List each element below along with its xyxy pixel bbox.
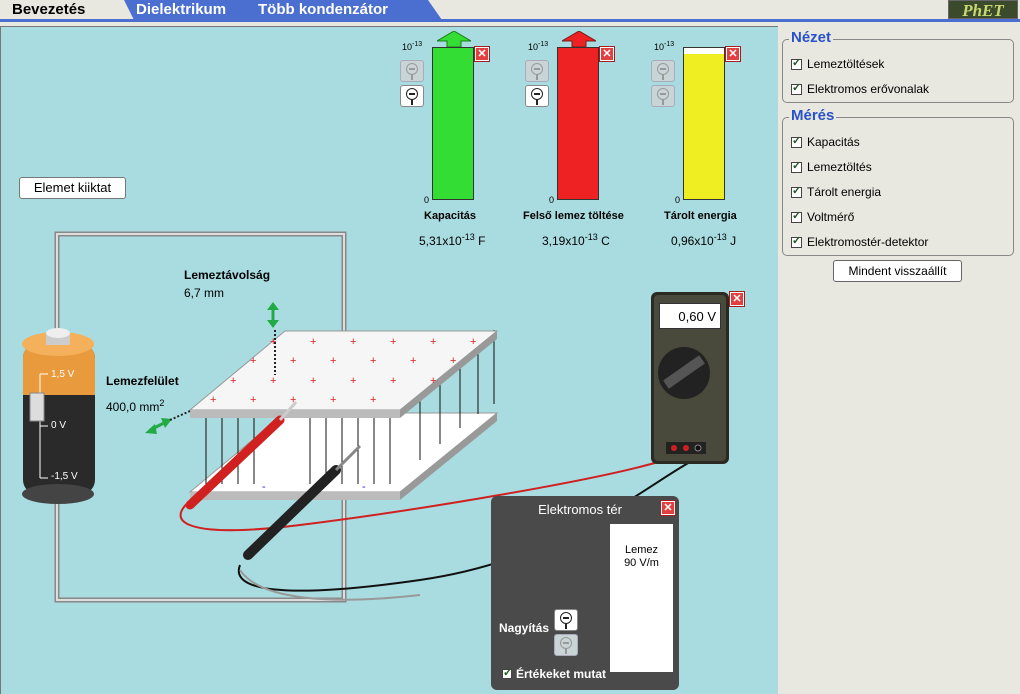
plate-area-value: 400,0 mm2 bbox=[106, 398, 165, 414]
battery-mid-voltage: 0 V bbox=[51, 420, 67, 431]
svg-text:-: - bbox=[362, 481, 366, 493]
svg-text:+: + bbox=[370, 355, 376, 367]
checkbox-plate-charge[interactable]: Lemeztöltés bbox=[791, 158, 872, 176]
efield-display: Lemez 90 V/m bbox=[610, 524, 673, 672]
checkbox-icon[interactable] bbox=[791, 184, 802, 198]
svg-text:+: + bbox=[450, 355, 456, 367]
battery-bottom-voltage: -1,5 V bbox=[51, 471, 78, 482]
svg-text:+: + bbox=[330, 394, 336, 406]
charge-bar-frame bbox=[557, 47, 599, 200]
capacitance-bar-frame bbox=[432, 47, 474, 200]
checkbox-icon[interactable] bbox=[791, 234, 802, 248]
efield-title: Elektromos tér bbox=[538, 502, 622, 517]
energy-label: Tárolt energia bbox=[664, 210, 737, 222]
meter-charge-zero: 0 bbox=[549, 195, 555, 205]
capacitance-label: Kapacitás bbox=[424, 210, 476, 222]
meter-capacitance-zero: 0 bbox=[424, 195, 430, 205]
efield-zoom-label: Nagyítás bbox=[499, 621, 550, 635]
energy-bar-frame bbox=[683, 47, 725, 200]
view-group: Nézet Lemeztöltések Elektromos erővonala… bbox=[782, 29, 1014, 103]
efield-zoom-out-button[interactable] bbox=[554, 634, 578, 656]
meter-energy-zero: 0 bbox=[675, 195, 681, 205]
charge-zoom-out-button[interactable] bbox=[525, 85, 549, 107]
checkbox-icon[interactable] bbox=[791, 134, 802, 148]
view-group-title: Nézet bbox=[789, 29, 834, 46]
battery-top-voltage: 1,5 V bbox=[51, 369, 75, 380]
meter-charge-exp: 10-13 bbox=[528, 41, 549, 52]
plate-area-label: Lemezfelület bbox=[106, 374, 179, 388]
meter-capacitance-exp: 10-13 bbox=[402, 41, 423, 52]
svg-text:-: - bbox=[262, 481, 266, 493]
energy-zoom-out-button[interactable] bbox=[651, 85, 675, 107]
svg-text:+: + bbox=[430, 336, 436, 348]
capacitance-bar-fill bbox=[433, 48, 473, 199]
phet-logo[interactable]: PhET bbox=[948, 0, 1018, 20]
close-charge-meter-button[interactable]: ✕ bbox=[599, 46, 615, 62]
plate-separation-label: Lemeztávolság bbox=[184, 268, 271, 282]
checkbox-voltmeter[interactable]: Voltmérő bbox=[791, 208, 854, 226]
charge-overflow-arrow bbox=[562, 31, 596, 47]
charge-label: Felső lemez töltése bbox=[523, 210, 624, 222]
svg-text:+: + bbox=[350, 375, 356, 387]
capacitance-zoom-out-button[interactable] bbox=[400, 85, 424, 107]
svg-text:+: + bbox=[250, 394, 256, 406]
checkbox-icon[interactable] bbox=[791, 209, 802, 223]
charge-zoom-in-button[interactable] bbox=[525, 60, 549, 82]
checkbox-stored-energy[interactable]: Tárolt energia bbox=[791, 183, 881, 201]
efield-zoom-in-button[interactable] bbox=[554, 609, 578, 631]
efield-show-values-checkbox[interactable]: Értékeket mutat bbox=[502, 666, 606, 681]
svg-text:+: + bbox=[410, 355, 416, 367]
checkbox-icon[interactable] bbox=[791, 81, 802, 95]
svg-text:+: + bbox=[470, 336, 476, 348]
svg-text:+: + bbox=[430, 375, 436, 387]
svg-text:+: + bbox=[290, 355, 296, 367]
energy-value: 0,96x10-13 J bbox=[671, 232, 737, 248]
checkbox-efield-detector[interactable]: Elektromostér-detektor bbox=[791, 233, 928, 251]
plate-separation-value: 6,7 mm bbox=[184, 286, 225, 300]
capacitance-value: 5,31x10-13 F bbox=[419, 232, 486, 248]
measure-group: Mérés Kapacitás Lemeztöltés Tárolt energ… bbox=[782, 107, 1014, 256]
svg-text:+: + bbox=[330, 355, 336, 367]
svg-text:+: + bbox=[390, 375, 396, 387]
checkbox-icon[interactable] bbox=[791, 159, 802, 173]
capacitance-overflow-arrow bbox=[437, 31, 471, 47]
efield-detector-panel[interactable]: Elektromos tér ✕ Lemez 90 V/m Nagyítás É… bbox=[491, 496, 679, 690]
close-voltmeter-button[interactable]: ✕ bbox=[729, 291, 745, 307]
svg-text:+: + bbox=[370, 394, 376, 406]
meter-energy-exp: 10-13 bbox=[654, 41, 675, 52]
measure-group-title: Mérés bbox=[789, 107, 837, 124]
charge-bar-fill bbox=[558, 48, 598, 199]
svg-text:+: + bbox=[270, 375, 276, 387]
checkbox-plate-charges[interactable]: Lemeztöltések bbox=[791, 55, 884, 73]
svg-text:+: + bbox=[230, 375, 236, 387]
area-handle[interactable] bbox=[145, 410, 191, 434]
energy-zoom-in-button[interactable] bbox=[651, 60, 675, 82]
checkbox-field-lines[interactable]: Elektromos erővonalak bbox=[791, 80, 929, 98]
checkbox-icon[interactable] bbox=[791, 56, 802, 70]
energy-bar-fill bbox=[684, 54, 724, 199]
svg-text:+: + bbox=[310, 336, 316, 348]
svg-text:+: + bbox=[210, 394, 216, 406]
close-capacitance-meter-button[interactable]: ✕ bbox=[474, 46, 490, 62]
svg-text:+: + bbox=[310, 375, 316, 387]
disconnect-battery-button[interactable]: Elemet kiiktat bbox=[19, 177, 126, 199]
svg-text:+: + bbox=[250, 355, 256, 367]
charge-value: 3,19x10-13 C bbox=[542, 232, 610, 248]
checkbox-icon[interactable] bbox=[502, 666, 512, 679]
close-energy-meter-button[interactable]: ✕ bbox=[725, 46, 741, 62]
svg-text:+: + bbox=[390, 336, 396, 348]
close-efield-button[interactable]: ✕ bbox=[660, 500, 676, 516]
efield-value: 90 V/m bbox=[624, 557, 659, 569]
checkbox-capacitance[interactable]: Kapacitás bbox=[791, 133, 860, 151]
capacitance-zoom-in-button[interactable] bbox=[400, 60, 424, 82]
svg-text:+: + bbox=[350, 336, 356, 348]
reset-all-button[interactable]: Mindent visszaállít bbox=[833, 260, 962, 282]
efield-source-label: Lemez bbox=[624, 544, 659, 556]
voltmeter-reading: 0,60 V bbox=[659, 303, 721, 329]
